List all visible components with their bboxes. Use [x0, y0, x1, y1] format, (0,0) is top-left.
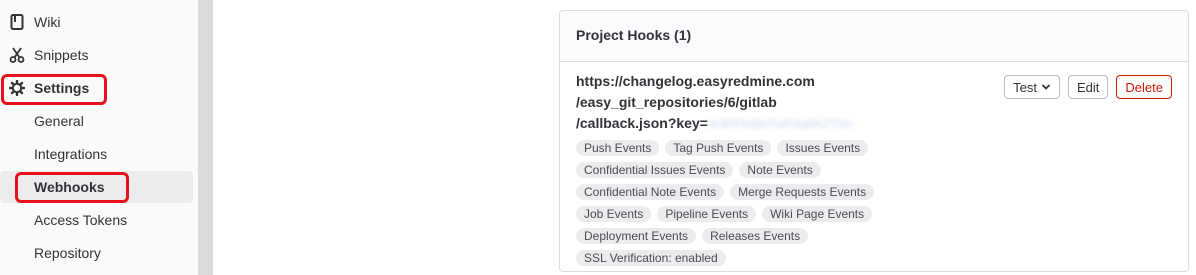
event-tag: Job Events: [576, 206, 652, 222]
book-icon: [9, 14, 25, 30]
test-button-label: Test: [1013, 79, 1038, 95]
hook-url-line: /easy_git_repositories/6/gitlab: [576, 94, 777, 110]
event-tag: Merge Requests Events: [730, 184, 875, 200]
test-dropdown-button[interactable]: Test: [1004, 75, 1061, 99]
hook-actions: Test Edit Delete: [1004, 75, 1172, 99]
hook-url: https://changelog.easyredmine.com /easy_…: [576, 71, 996, 135]
sidebar-item-integrations[interactable]: Integrations: [0, 138, 193, 170]
sidebar-item-label: Webhooks: [34, 179, 105, 195]
tag-row: Deployment Events Releases Events: [576, 225, 896, 247]
event-tag: Releases Events: [702, 228, 809, 244]
scissors-icon: [9, 47, 25, 63]
card-header: Project Hooks (1): [560, 11, 1188, 62]
sidebar-item-repository[interactable]: Repository: [0, 237, 193, 269]
sidebar-item-label: Repository: [34, 245, 101, 261]
sidebar-item-label: Integrations: [34, 146, 108, 162]
event-tag: Tag Push Events: [665, 140, 772, 156]
event-tag: Deployment Events: [576, 228, 697, 244]
redacted-key: hOKPS4BnTwP2qNKZTSn: [707, 117, 852, 131]
sidebar-item-snippets[interactable]: Snippets: [0, 39, 193, 71]
event-tag: Pipeline Events: [657, 206, 757, 222]
chevron-down-icon: [1041, 80, 1051, 95]
sidebar-item-label: Wiki: [34, 14, 61, 30]
sidebar-item-settings[interactable]: Settings: [0, 72, 193, 104]
tag-row: Confidential Note Events Merge Requests …: [576, 181, 896, 203]
event-tag: Note Events: [739, 162, 821, 178]
event-tag: Issues Events: [777, 140, 869, 156]
event-tag: Push Events: [576, 140, 660, 156]
hook-url-line: /callback.json?key=: [576, 115, 708, 131]
sidebar-item-wiki[interactable]: Wiki: [0, 6, 193, 38]
sidebar-item-label: General: [34, 113, 84, 129]
sidebar-item-label: Snippets: [34, 47, 89, 63]
sidebar-item-label: Settings: [34, 80, 90, 96]
sidebar-item-label: Access Tokens: [34, 212, 128, 228]
sidebar-item-general[interactable]: General: [0, 105, 193, 137]
sidebar: Wiki Snippets Settings General Integrati…: [0, 0, 198, 275]
sidebar-item-webhooks[interactable]: Webhooks: [0, 171, 193, 203]
hook-event-tags: Push Events Tag Push Events Issues Event…: [576, 137, 896, 269]
sidebar-item-access-tokens[interactable]: Access Tokens: [0, 204, 193, 236]
tag-row: Push Events Tag Push Events Issues Event…: [576, 137, 896, 159]
ssl-verification-tag: SSL Verification: enabled: [576, 250, 726, 266]
event-tag: Confidential Note Events: [576, 184, 725, 200]
tag-row: Job Events Pipeline Events Wiki Page Eve…: [576, 203, 896, 225]
sidebar-scrollbar[interactable]: [198, 0, 213, 275]
gear-icon: [9, 80, 25, 96]
hook-url-line: /callback.json?key=hOKPS4BnTwP2qNKZTSn: [576, 113, 996, 135]
project-hooks-card: Project Hooks (1) https://changelog.easy…: [559, 10, 1189, 272]
hook-url-line: https://changelog.easyredmine.com: [576, 73, 815, 89]
event-tag: Confidential Issues Events: [576, 162, 734, 178]
tag-row: SSL Verification: enabled: [576, 247, 896, 269]
edit-button[interactable]: Edit: [1068, 75, 1109, 99]
tag-row: Confidential Issues Events Note Events: [576, 159, 896, 181]
event-tag: Wiki Page Events: [762, 206, 873, 222]
delete-button[interactable]: Delete: [1116, 75, 1172, 99]
